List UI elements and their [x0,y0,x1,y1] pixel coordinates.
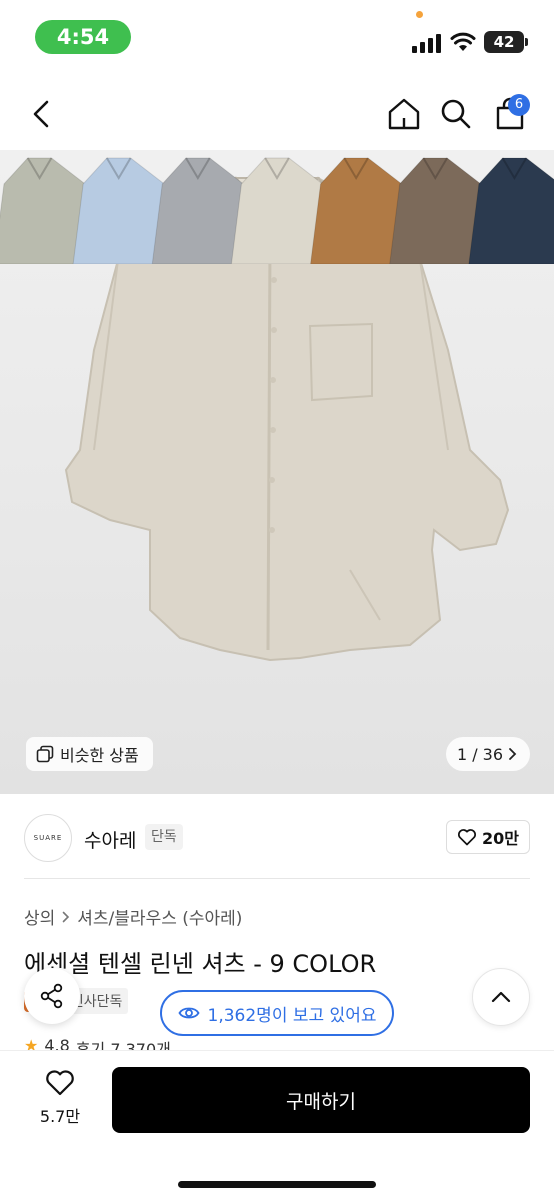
home-icon[interactable] [384,94,424,134]
divider [24,878,530,879]
brand-name[interactable]: 수아레 [84,826,136,853]
status-time: 4:54 [35,20,131,54]
brand-like-count: 20만 [482,829,519,848]
home-indicator [178,1181,376,1188]
top-nav [0,80,554,146]
wifi-icon [450,32,476,51]
live-viewers-pill: 1,362명이 보고 있어요 [160,990,394,1036]
search-icon[interactable] [436,94,476,134]
brand-like-button[interactable]: 20만 [446,820,530,854]
eye-icon [177,1007,200,1019]
product-page: 4:54 42 6 비슷한 상품 1 / 36 SUARE 수아레 단독 20만… [0,0,554,1200]
review-count: 후기 7,370개 [75,1040,171,1050]
similar-products-label: 비슷한 상품 [60,746,139,765]
heart-icon [46,1070,74,1096]
breadcrumb: 상의 셔츠/블라우스 (수아레) [24,904,242,929]
brand-exclusive-tag: 단독 [145,824,183,850]
status-bar: 4:54 42 [0,0,554,72]
cart-count-badge: 6 [508,94,530,116]
bottom-action-bar: 5.7만 구매하기 [0,1050,554,1200]
chevron-up-icon [491,991,511,1003]
scroll-to-top-button[interactable] [472,968,530,1026]
back-arrow-icon[interactable] [22,94,62,134]
heart-icon [458,829,476,846]
copy-icon [36,745,54,763]
share-icon [40,983,63,1009]
wishlist-count: 5.7만 [39,1107,81,1126]
rating-value: 4.8 [44,1036,70,1050]
brand-row: SUARE 수아레 단독 20만 [0,814,554,864]
product-title: 에센셜 텐셀 린넨 셔츠 - 9 COLOR [24,950,377,978]
signal-icon [412,33,442,53]
page-indicator-text: 1 / 36 [456,744,504,764]
wishlist-button[interactable]: 5.7만 [28,1069,92,1127]
share-button[interactable] [24,968,80,1024]
rating-row[interactable]: ★ 4.8 후기 7,370개 [24,1036,171,1050]
product-image-gallery[interactable] [0,150,554,794]
breadcrumb-item-category[interactable]: 상의 [24,904,55,929]
live-viewers-text: 1,362명이 보고 있어요 [207,1005,377,1026]
privacy-indicator-dot [416,11,423,18]
buy-button[interactable]: 구매하기 [112,1067,530,1133]
breadcrumb-item-subcategory[interactable]: 셔츠/블라우스 (수아레) [77,904,242,929]
star-icon: ★ [24,1036,39,1050]
image-page-indicator[interactable]: 1 / 36 [446,737,530,771]
chevron-right-icon [62,911,70,922]
chevron-right-icon [509,748,517,760]
color-swatch-strip [0,157,554,264]
battery-icon: 42 [484,31,528,53]
similar-products-button[interactable]: 비슷한 상품 [26,737,153,771]
brand-logo[interactable]: SUARE [24,814,72,862]
